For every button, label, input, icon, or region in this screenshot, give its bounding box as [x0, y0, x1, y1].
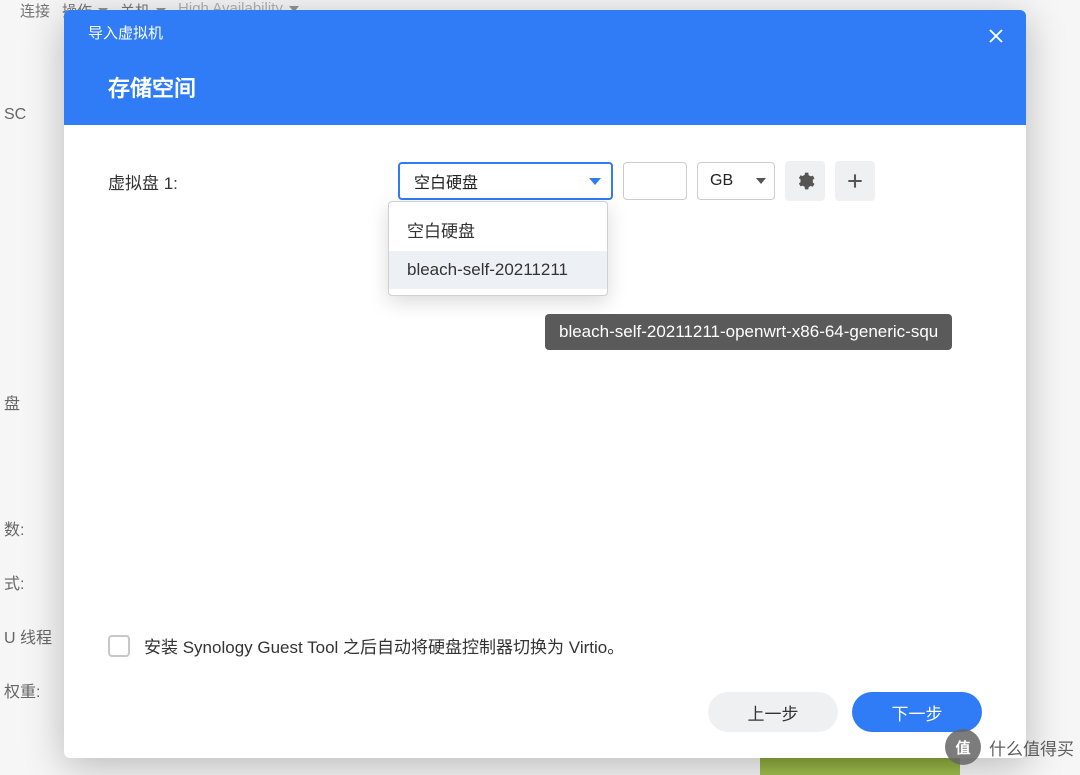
close-button[interactable]: [984, 24, 1008, 48]
virtio-checkbox[interactable]: [108, 635, 130, 657]
disk-settings-button[interactable]: [785, 161, 825, 201]
modal-body: 虚拟盘 1: 空白硬盘 GB 空白硬盘 bleach-self-20211211: [64, 125, 1026, 633]
disk-size-input[interactable]: [623, 162, 687, 200]
disk-type-dropdown: 空白硬盘 bleach-self-20211211: [388, 201, 608, 296]
dropdown-option-image[interactable]: bleach-self-20211211: [389, 251, 607, 289]
watermark: 值 什么值得买: [945, 729, 1074, 765]
import-vm-modal: 导入虚拟机 存储空间 虚拟盘 1: 空白硬盘 GB 空白硬: [64, 10, 1026, 758]
virtio-checkbox-row: 安装 Synology Guest Tool 之后自动将硬盘控制器切换为 Vir…: [108, 633, 982, 658]
disk-type-select[interactable]: 空白硬盘: [398, 162, 613, 200]
gear-icon: [795, 171, 815, 191]
footer-buttons: 上一步 下一步: [108, 692, 982, 732]
close-icon: [987, 27, 1005, 45]
dropdown-option-blank[interactable]: 空白硬盘: [389, 208, 607, 251]
add-disk-button[interactable]: [835, 161, 875, 201]
next-button[interactable]: 下一步: [852, 692, 982, 732]
modal-title: 存储空间: [88, 71, 1002, 103]
disk-row: 虚拟盘 1: 空白硬盘 GB: [108, 161, 982, 201]
disk-type-value: 空白硬盘: [414, 169, 478, 193]
previous-button[interactable]: 上一步: [708, 692, 838, 732]
modal-header: 导入虚拟机 存储空间: [64, 10, 1026, 125]
disk-unit-select[interactable]: GB: [697, 162, 775, 200]
plus-icon: [845, 171, 865, 191]
watermark-text: 什么值得买: [989, 735, 1074, 760]
chevron-down-icon: [756, 178, 766, 184]
virtio-checkbox-label: 安装 Synology Guest Tool 之后自动将硬盘控制器切换为 Vir…: [144, 633, 624, 658]
modal-subtitle: 导入虚拟机: [88, 22, 1002, 43]
dropdown-tooltip: bleach-self-20211211-openwrt-x86-64-gene…: [545, 314, 952, 350]
modal-footer: 安装 Synology Guest Tool 之后自动将硬盘控制器切换为 Vir…: [64, 633, 1026, 758]
watermark-badge: 值: [945, 729, 981, 765]
disk-unit-value: GB: [710, 172, 733, 190]
disk-label: 虚拟盘 1:: [108, 169, 388, 194]
chevron-down-icon: [589, 178, 601, 185]
